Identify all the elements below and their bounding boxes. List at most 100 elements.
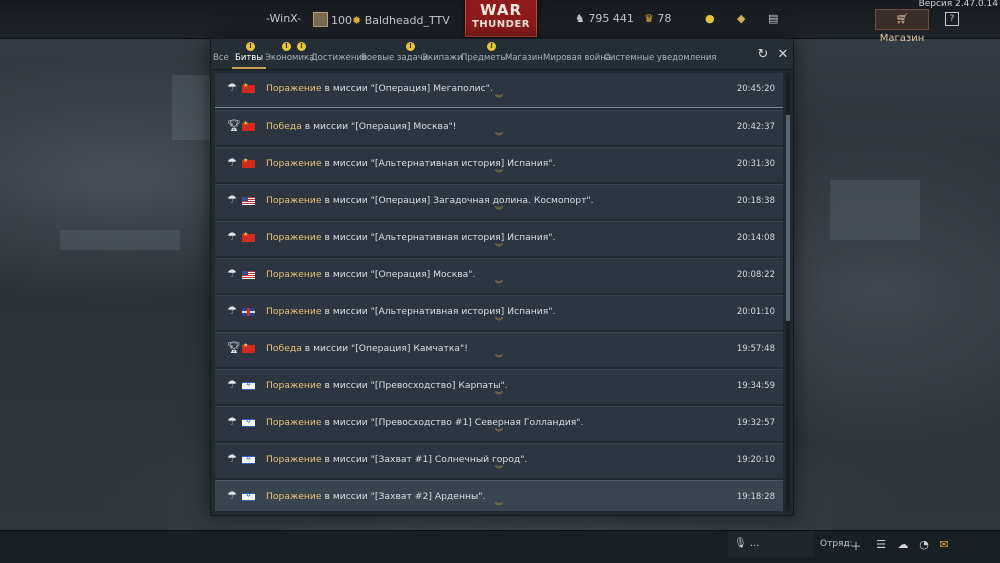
expand-chevron-icon[interactable]: ︾ (495, 170, 503, 178)
tab-system-notifications[interactable]: Системные уведомления (604, 53, 717, 63)
message-row[interactable]: ☂ Поражение в миссии "[Превосходство] Кар… (215, 369, 783, 404)
message-time: 20:42:37 (736, 122, 775, 132)
message-time: 20:18:38 (736, 196, 775, 206)
parachute-icon: ☂ (227, 156, 237, 169)
microphone-icon: 🎙︎ (734, 538, 747, 549)
chat-icon[interactable]: ◔ (918, 538, 930, 551)
coupons-icon[interactable]: ▤ (768, 12, 778, 25)
message-row[interactable]: ☂ Поражение в миссии "[Операция] Загадочн… (215, 184, 783, 219)
tab-battle-tasks[interactable]: Боевые задачи (361, 53, 428, 63)
message-text: Поражение в миссии "[Операция] Загадочна… (266, 195, 594, 206)
parachute-icon: ☂ (227, 489, 237, 502)
mission-text: в миссии "[Альтернативная история] Испан… (321, 232, 556, 243)
message-row[interactable]: ☂ Поражение в миссии "[Операция] Москва".… (215, 258, 783, 293)
badge-icon: ! (246, 42, 255, 51)
contacts-icon[interactable]: ☁ (897, 538, 909, 551)
message-row[interactable]: ☂ Поражение в миссии "[Альтернативная ист… (215, 147, 783, 182)
battle-result: Поражение (266, 195, 322, 206)
expand-chevron-icon[interactable]: ︾ (495, 318, 503, 326)
tab-achievements[interactable]: ! Достижения (297, 42, 367, 63)
trophy-icon: 🏆︎ (227, 119, 241, 132)
expand-chevron-icon[interactable]: ︾ (495, 503, 503, 511)
tab-shop[interactable]: Магазин (505, 53, 543, 63)
tab-economy[interactable]: ! Экономика (265, 42, 315, 63)
silver-lions[interactable]: ♞ 795 441 (575, 12, 634, 25)
parachute-icon: ☂ (227, 193, 237, 206)
message-row[interactable]: ☂ Поражение в миссии "[Превосходство #1] … (215, 406, 783, 441)
scrollbar[interactable] (786, 73, 790, 511)
parachute-icon: ☂ (227, 230, 237, 243)
tab-crews[interactable]: ! Экипажи (406, 42, 463, 63)
badge-icon: ! (282, 42, 291, 51)
mission-text: в миссии "[Превосходство] Карпаты". (321, 380, 508, 391)
tab-battles[interactable]: ! Битвы (231, 42, 267, 69)
message-text: Поражение в миссии "[Захват #2] Арденны"… (266, 491, 485, 502)
top-bar: -WinX- 100✹ Baldheadd_TTV WAR THUNDER ♞ … (0, 0, 1000, 44)
scroll-thumb[interactable] (786, 115, 790, 321)
expand-chevron-icon[interactable]: ︾ (495, 429, 503, 437)
flag-cn-icon (242, 231, 255, 242)
tab-world-war[interactable]: Мировая война (543, 53, 611, 63)
mission-text: в миссии "[Операция] Москва"! (301, 121, 457, 132)
tab-label: Все (213, 53, 229, 63)
voice-chat[interactable]: 🎙︎ ... (728, 531, 814, 557)
close-icon[interactable]: ✕ (776, 48, 790, 62)
message-time: 20:14:08 (736, 233, 775, 243)
expand-chevron-icon[interactable]: ︾ (495, 281, 503, 289)
help-button[interactable]: ? (945, 12, 959, 26)
message-row[interactable]: ☂ Поражение в миссии "[Захват #1] Солнечн… (215, 443, 783, 478)
expand-chevron-icon[interactable]: ︾ (495, 355, 503, 363)
add-squad-member-icon[interactable]: ＋ (850, 538, 862, 554)
message-row[interactable]: ☂ Поражение в миссии "[Альтернативная ист… (215, 221, 783, 256)
flag-il-icon (242, 455, 255, 464)
message-row[interactable]: ☂ Поражение в миссии "[Операция] Мегаполи… (215, 73, 783, 108)
message-time: 19:57:48 (736, 344, 775, 354)
crate-icon[interactable]: ◆ (737, 12, 745, 25)
message-time: 20:08:22 (736, 270, 775, 280)
war-thunder-logo[interactable]: WAR THUNDER (465, 0, 537, 37)
expand-chevron-icon[interactable]: ︾ (495, 95, 503, 103)
shop-label: Магазин (879, 33, 925, 44)
tab-label: Магазин (505, 53, 543, 63)
tab-label: Предметы (461, 53, 508, 63)
battle-result: Поражение (266, 417, 322, 428)
expand-chevron-icon[interactable]: ︾ (495, 133, 503, 141)
player-level: 100 (331, 14, 352, 27)
message-row[interactable]: 🏆︎ Победа в миссии "[Операция] Москва"! 20… (215, 110, 783, 145)
mission-text: в миссии "[Операция] Мегаполис". (321, 83, 493, 94)
golden-eagles-value: 78 (657, 12, 672, 25)
avatar (313, 12, 328, 27)
mail-icon[interactable]: ✉ (938, 538, 950, 551)
badge-icon: ! (406, 42, 415, 51)
logo-line-2: THUNDER (471, 19, 530, 30)
message-time: 19:18:28 (736, 492, 775, 502)
tab-label: Экономика (265, 53, 315, 63)
message-row[interactable]: ☂ Поражение в миссии "[Альтернативная ист… (215, 295, 783, 330)
message-row[interactable]: 🏆︎ Победа в миссии "[Операция] Камчатка"!… (215, 332, 783, 367)
mission-text: в миссии "[Альтернативная история] Испан… (321, 158, 556, 169)
lightbulb-icon[interactable]: ● (705, 12, 715, 25)
battle-result: Поражение (266, 232, 322, 243)
tab-items[interactable]: ! Предметы (461, 42, 508, 63)
expand-chevron-icon[interactable]: ︾ (495, 207, 503, 215)
flag-uk-icon (242, 308, 255, 316)
squad-label: Отряд: (820, 539, 853, 549)
shop-button[interactable]: 🛒︎ Магазин (875, 9, 929, 44)
background-shape (830, 180, 920, 240)
tab-all[interactable]: Все (213, 53, 229, 63)
message-text: Поражение в миссии "[Превосходство] Карп… (266, 380, 508, 391)
parachute-icon: ☂ (227, 304, 237, 317)
mission-text: в миссии "[Операция] Москва". (321, 269, 476, 280)
list-icon[interactable]: ☰ (875, 538, 887, 551)
message-text: Поражение в миссии "[Захват #1] Солнечны… (266, 454, 527, 465)
refresh-icon[interactable]: ↻ (756, 48, 770, 62)
expand-chevron-icon[interactable]: ︾ (495, 392, 503, 400)
expand-chevron-icon[interactable]: ︾ (495, 466, 503, 474)
expand-chevron-icon[interactable]: ︾ (495, 244, 503, 252)
player-profile[interactable]: 100✹ Baldheadd_TTV (313, 12, 450, 27)
golden-eagles[interactable]: ♛ 78 (644, 12, 671, 25)
message-row[interactable]: ☂ Поражение в миссии "[Захват #2] Арденны… (215, 480, 783, 511)
cart-icon: 🛒︎ (895, 14, 909, 25)
message-time: 20:01:10 (736, 307, 775, 317)
parachute-icon: ☂ (227, 267, 237, 280)
